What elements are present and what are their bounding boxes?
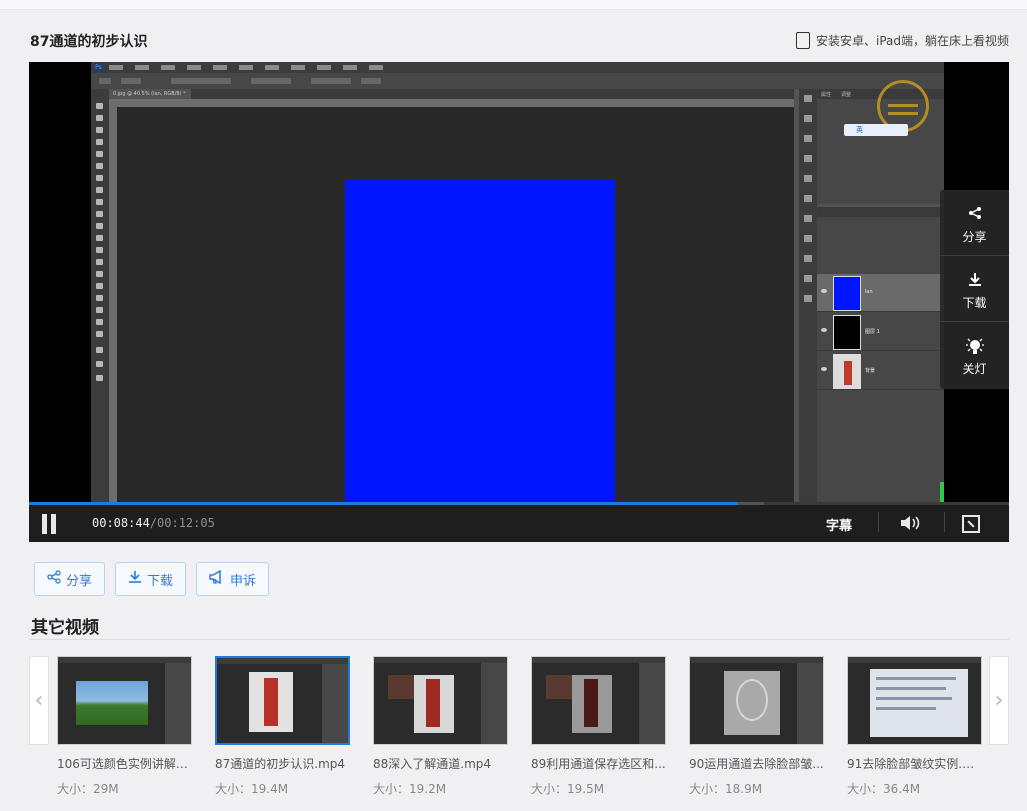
subtitle-button[interactable]: 字幕 xyxy=(826,515,852,534)
divider xyxy=(29,639,1009,640)
video-thumbnail xyxy=(373,656,508,745)
progress-fill xyxy=(29,502,738,505)
video-actions: 分享 下载 申诉 xyxy=(34,562,270,596)
video-size: 大小：36.4M xyxy=(847,782,921,796)
ps-canvas xyxy=(117,107,794,541)
video-card-active[interactable]: 87通道的初步认识.mp4 大小：19.4M xyxy=(215,656,350,797)
video-thumbnail xyxy=(531,656,666,745)
player-controls: 00:08:44/00:12:05 字幕 xyxy=(29,502,1009,542)
download-icon xyxy=(940,272,1009,288)
pause-button[interactable] xyxy=(41,514,57,534)
ps-menu-items xyxy=(109,63,383,70)
lightbulb-icon xyxy=(940,338,1009,354)
ps-logo-icon: Ps xyxy=(94,63,103,72)
time-display: 00:08:44/00:12:05 xyxy=(92,516,215,530)
megaphone-icon xyxy=(209,569,225,588)
chevron-left-icon: ‹ xyxy=(34,688,44,713)
side-download-button[interactable]: 下载 xyxy=(940,256,1009,322)
green-edge xyxy=(940,482,944,502)
ps-options-bar xyxy=(91,73,944,89)
video-size: 大小：19.5M xyxy=(531,782,605,796)
carousel-prev-button[interactable]: ‹ xyxy=(29,656,49,745)
blue-document xyxy=(345,179,615,541)
layer-row: lan xyxy=(817,274,944,312)
video-title: 91去除脸部皱纹实例.m... xyxy=(847,757,982,771)
layer-row: 图层 1 xyxy=(817,313,944,351)
video-title: 87通道的初步认识.mp4 xyxy=(215,757,346,771)
other-videos-heading: 其它视频 xyxy=(31,618,99,638)
ime-toolbar: 英 xyxy=(844,124,908,136)
share-icon xyxy=(47,570,61,588)
video-size: 大小：18.9M xyxy=(689,782,763,796)
ps-menubar: Ps xyxy=(91,62,944,73)
video-title: 88深入了解通道.mp4 xyxy=(373,757,492,771)
progress-bar[interactable] xyxy=(29,502,1009,505)
video-title: 106可选颜色实例讲解之... xyxy=(57,757,192,771)
video-card[interactable]: 88深入了解通道.mp4 大小：19.2M xyxy=(373,656,508,797)
divider xyxy=(944,512,945,532)
video-thumbnail xyxy=(215,656,350,745)
page-title: 87通道的初步认识 xyxy=(30,34,148,50)
video-thumbnail xyxy=(847,656,982,745)
report-button[interactable]: 申诉 xyxy=(196,562,270,596)
video-size: 大小：19.2M xyxy=(373,782,447,796)
video-card[interactable]: 89利用通道保存选区和... 大小：19.5M xyxy=(531,656,666,797)
side-share-button[interactable]: 分享 xyxy=(940,190,1009,256)
volume-icon xyxy=(901,516,920,530)
download-button[interactable]: 下载 xyxy=(115,562,187,596)
video-title: 90运用通道去除脸部皱... xyxy=(689,757,824,771)
top-bar xyxy=(0,0,1027,10)
ps-doc-tabs: 0.jpg @ 40.5% (lan, RGB/8) * xyxy=(109,89,794,99)
download-label: 下载 xyxy=(147,573,174,589)
carousel-next-button[interactable]: › xyxy=(989,656,1009,745)
ps-toolbar xyxy=(91,89,109,502)
video-thumbnail xyxy=(689,656,824,745)
ps-layers-panel: lan 图层 1 背景 xyxy=(817,207,944,502)
fullscreen-button[interactable] xyxy=(962,515,980,533)
report-label: 申诉 xyxy=(230,573,257,589)
chevron-right-icon: › xyxy=(994,688,1004,713)
mobile-app-link[interactable]: 安装安卓、iPad端，躺在床上看视频 xyxy=(795,32,1009,49)
ps-ruler-top xyxy=(109,99,794,107)
player-side-menu: 分享 下载 关灯 xyxy=(940,190,1009,389)
video-size: 大小：29M xyxy=(57,782,119,796)
mobile-app-text: 安装安卓、iPad端，躺在床上看视频 xyxy=(815,34,1009,48)
download-icon xyxy=(128,570,142,588)
volume-button[interactable] xyxy=(900,514,922,536)
video-card[interactable]: 91去除脸部皱纹实例.m... 大小：36.4M xyxy=(847,656,982,797)
ps-icon-strip xyxy=(799,89,817,502)
video-thumbnail xyxy=(57,656,192,745)
video-size: 大小：19.4M xyxy=(215,782,289,796)
video-card[interactable]: 90运用通道去除脸部皱... 大小：18.9M xyxy=(689,656,824,797)
duration: /00:12:05 xyxy=(149,516,215,530)
video-title: 89利用通道保存选区和... xyxy=(531,757,666,771)
video-frame: Ps 0.jpg @ 40.5% (lan, RGB/8) * 属性 调整 la… xyxy=(91,62,944,541)
share-icon xyxy=(940,206,1009,222)
tablet-icon xyxy=(795,32,810,49)
video-card[interactable]: 106可选颜色实例讲解之... 大小：29M xyxy=(57,656,192,797)
divider xyxy=(878,512,879,532)
current-time: 00:08:44 xyxy=(92,516,150,530)
side-lights-off-button[interactable]: 关灯 xyxy=(940,322,1009,388)
ps-ruler-left xyxy=(109,107,117,502)
share-label: 分享 xyxy=(66,573,93,589)
layer-row: 背景 xyxy=(817,352,944,390)
video-player[interactable]: Ps 0.jpg @ 40.5% (lan, RGB/8) * 属性 调整 la… xyxy=(29,62,1009,542)
share-button[interactable]: 分享 xyxy=(34,562,106,596)
ps-doc-tab: 0.jpg @ 40.5% (lan, RGB/8) * xyxy=(109,89,191,99)
